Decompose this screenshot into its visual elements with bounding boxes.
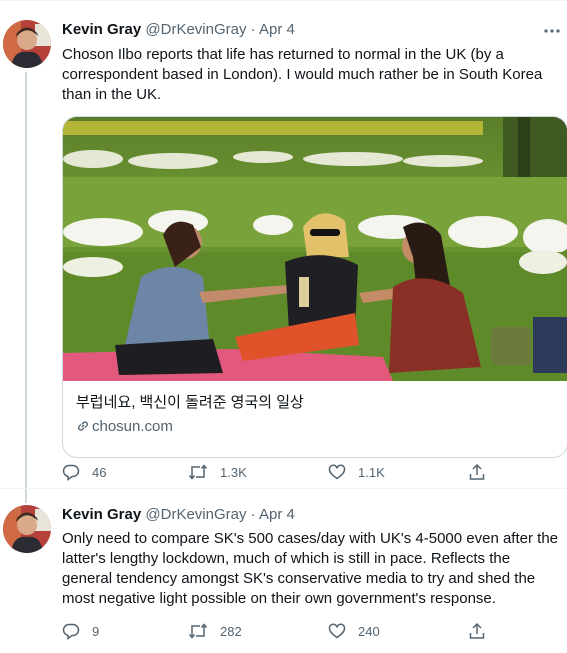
reply-icon <box>62 622 80 640</box>
tweet-date[interactable]: Apr 4 <box>259 506 295 523</box>
tweet-text: Choson Ilbo reports that life has return… <box>62 46 543 103</box>
heart-icon <box>328 622 346 640</box>
card-image <box>63 117 567 381</box>
like-button[interactable]: 1.1K <box>328 462 385 482</box>
share-button[interactable] <box>468 621 486 641</box>
reply-count: 9 <box>92 623 100 639</box>
retweet-button[interactable]: 1.3K <box>188 462 247 482</box>
thread-line-top <box>25 489 27 503</box>
retweet-button[interactable]: 282 <box>188 621 242 641</box>
reply-button[interactable]: 46 <box>62 462 106 482</box>
tweet-date[interactable]: Apr 4 <box>259 21 295 38</box>
like-count: 1.1K <box>358 464 385 480</box>
tweet-actions: 9 282 240 <box>62 621 542 641</box>
card-domain-text: chosun.com <box>92 418 173 435</box>
card-title[interactable]: 부럽네요, 백신이 돌려준 영국의 일상 <box>76 393 304 413</box>
share-button[interactable] <box>468 462 486 482</box>
retweet-count: 282 <box>220 623 242 639</box>
tweet-header: Kevin Gray @DrKevinGray · Apr 4 <box>62 505 295 525</box>
avatar[interactable] <box>3 505 51 553</box>
author-handle[interactable]: @DrKevinGray <box>145 506 246 523</box>
more-horizontal-icon[interactable] <box>543 22 561 45</box>
retweet-icon <box>188 622 208 640</box>
author-name[interactable]: Kevin Gray <box>62 506 141 523</box>
share-icon <box>468 622 486 640</box>
card-domain[interactable]: chosun.com <box>76 417 173 439</box>
thread-line <box>25 72 27 490</box>
tweet-2[interactable]: Kevin Gray @DrKevinGray · Apr 4 Only nee… <box>0 489 567 653</box>
heart-icon <box>328 463 346 481</box>
separator: · <box>250 21 256 38</box>
share-icon <box>468 463 486 481</box>
like-count: 240 <box>358 623 380 639</box>
reply-icon <box>62 463 80 481</box>
author-name[interactable]: Kevin Gray <box>62 21 141 38</box>
separator: · <box>250 506 256 523</box>
reply-count: 46 <box>92 464 107 480</box>
tweet-header: Kevin Gray @DrKevinGray · Apr 4 <box>62 20 295 40</box>
reply-button[interactable]: 9 <box>62 621 99 641</box>
link-card[interactable]: 부럽네요, 백신이 돌려준 영국의 일상 chosun.com <box>62 116 567 458</box>
author-handle[interactable]: @DrKevinGray <box>145 21 246 38</box>
avatar[interactable] <box>3 20 51 68</box>
link-icon <box>76 419 90 439</box>
tweet-actions: 46 1.3K 1.1K <box>62 462 542 482</box>
tweet-text: Only need to compare SK's 500 cases/day … <box>62 530 559 607</box>
like-button[interactable]: 240 <box>328 621 380 641</box>
retweet-count: 1.3K <box>220 464 247 480</box>
tweet-1[interactable]: Kevin Gray @DrKevinGray · Apr 4 Choson I… <box>0 0 567 490</box>
retweet-icon <box>188 463 208 481</box>
